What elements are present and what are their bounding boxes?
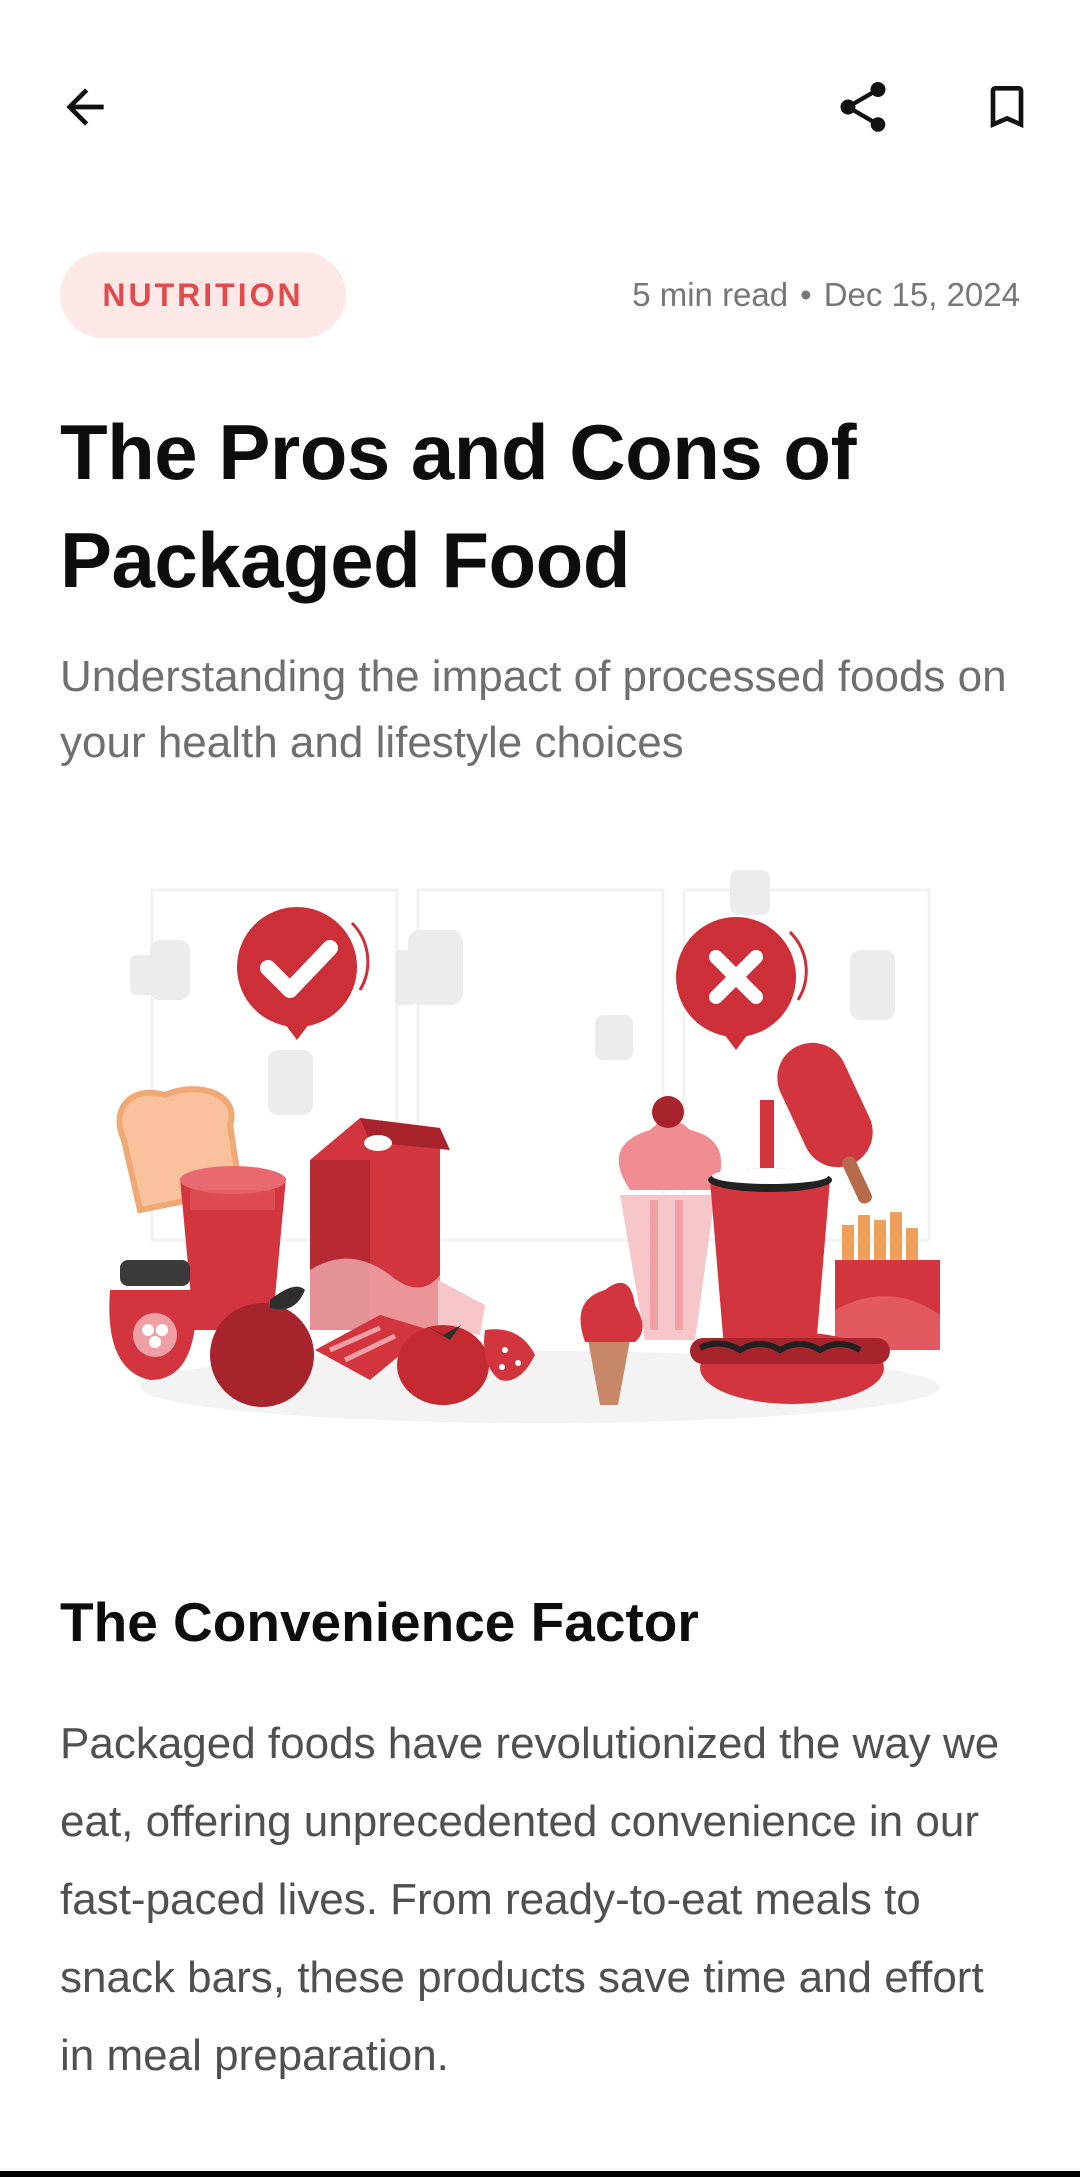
article-subtitle: Understanding the impact of processed fo… <box>60 652 1007 767</box>
bookmark-button[interactable] <box>962 62 1052 152</box>
article-meta: 5 min read • Dec 15, 2024 <box>632 252 1020 338</box>
arrow-left-icon <box>66 88 104 126</box>
back-button[interactable] <box>40 62 130 152</box>
article-illustration <box>90 860 990 1460</box>
share-icon <box>840 82 886 132</box>
packaged-food-illustration <box>109 870 940 1423</box>
article-title: The Pros and Cons of Packaged Food <box>60 408 857 604</box>
meta-separator: • <box>800 276 812 313</box>
read-time: 5 min read <box>632 276 789 313</box>
article-meta-row: NUTRITION 5 min read • Dec 15, 2024 <box>60 252 1020 338</box>
section-heading: The Convenience Factor <box>60 1591 699 1653</box>
bottom-edge-bar <box>0 2171 1080 2177</box>
share-button[interactable] <box>818 62 908 152</box>
bookmark-icon <box>990 86 1024 128</box>
section-body: Packaged foods have revolutionized the w… <box>60 1719 1000 2080</box>
top-app-bar <box>0 0 1080 215</box>
category-chip[interactable]: NUTRITION <box>60 252 346 338</box>
publish-date: Dec 15, 2024 <box>823 276 1020 313</box>
